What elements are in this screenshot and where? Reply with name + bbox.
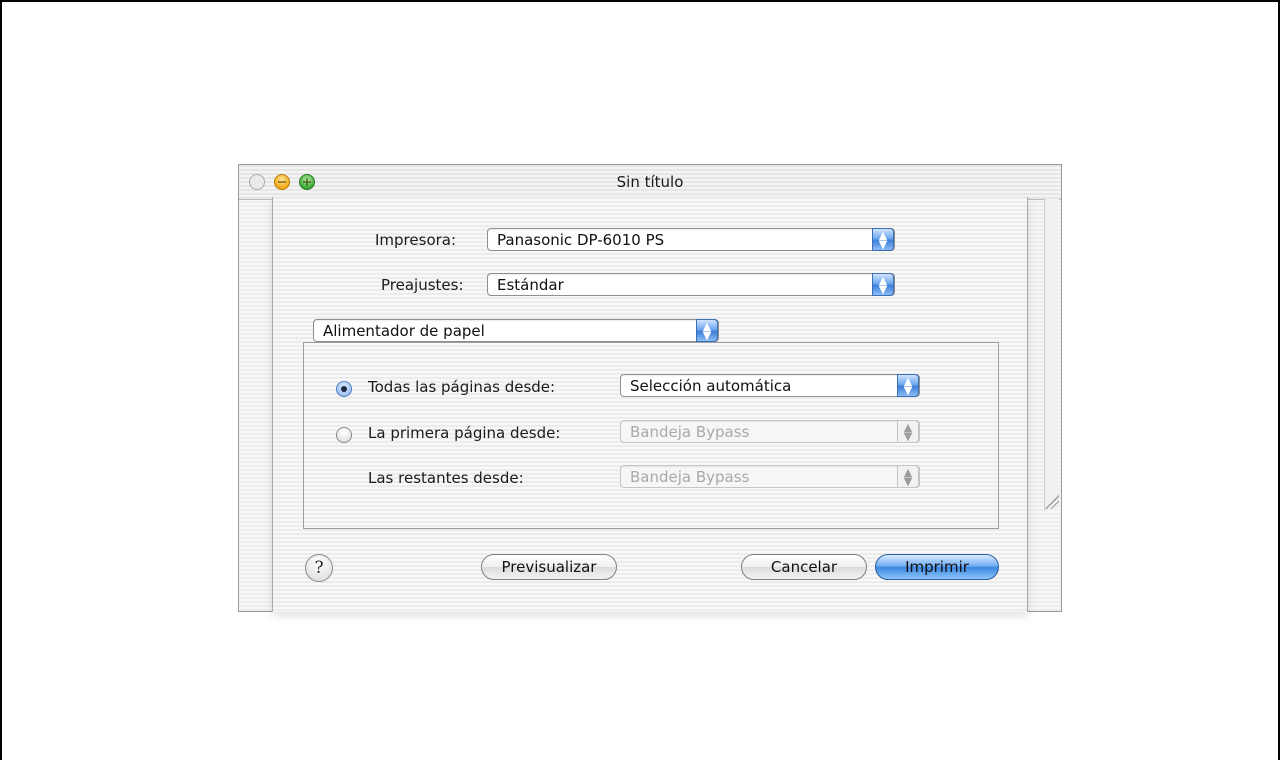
remaining-pages-source-value: Bandeja Bypass: [630, 468, 750, 486]
vertical-scrollbar[interactable]: [1044, 199, 1059, 511]
up-down-arrows-icon: ▲ ▼: [897, 465, 919, 488]
presets-popup[interactable]: Estándar ▲ ▼: [487, 273, 895, 296]
first-page-radio[interactable]: [336, 427, 352, 443]
resize-grip-icon[interactable]: [1045, 495, 1059, 509]
first-page-source-value: Bandeja Bypass: [630, 423, 750, 441]
up-down-arrows-icon: ▲ ▼: [872, 228, 894, 251]
up-down-arrows-icon: ▲ ▼: [696, 319, 718, 342]
all-pages-source-popup[interactable]: Selección automática ▲ ▼: [620, 374, 920, 397]
remaining-pages-label: Las restantes desde:: [368, 469, 524, 487]
panel-selector-popup[interactable]: Alimentador de papel ▲ ▼: [313, 319, 719, 342]
preview-button[interactable]: Previsualizar: [481, 554, 617, 580]
print-sheet: Impresora: Panasonic DP-6010 PS ▲ ▼ Preaj…: [272, 197, 1028, 612]
up-down-arrows-icon: ▲ ▼: [897, 420, 919, 443]
help-button[interactable]: ?: [305, 554, 333, 582]
up-down-arrows-icon: ▲ ▼: [872, 273, 894, 296]
printer-value: Panasonic DP-6010 PS: [497, 231, 665, 249]
up-down-arrows-icon: ▲ ▼: [897, 374, 919, 397]
panel-selector-value: Alimentador de papel: [323, 322, 485, 340]
first-page-source-popup: Bandeja Bypass ▲ ▼: [620, 420, 920, 443]
printer-label: Impresora:: [375, 231, 457, 249]
all-pages-radio[interactable]: [336, 381, 352, 397]
presets-value: Estándar: [497, 276, 564, 294]
title-bar[interactable]: Sin título: [239, 165, 1061, 200]
printer-popup[interactable]: Panasonic DP-6010 PS ▲ ▼: [487, 228, 895, 251]
paper-feed-group: Todas las páginas desde: Selección autom…: [303, 342, 999, 529]
all-pages-source-value: Selección automática: [630, 377, 792, 395]
print-button[interactable]: Imprimir: [875, 554, 999, 580]
remaining-pages-source-popup: Bandeja Bypass ▲ ▼: [620, 465, 920, 488]
presets-label: Preajustes:: [381, 276, 464, 294]
window-title: Sin título: [616, 173, 684, 191]
cancel-button[interactable]: Cancelar: [741, 554, 867, 580]
all-pages-label[interactable]: Todas las páginas desde:: [368, 378, 555, 396]
first-page-label[interactable]: La primera página desde:: [368, 424, 560, 442]
